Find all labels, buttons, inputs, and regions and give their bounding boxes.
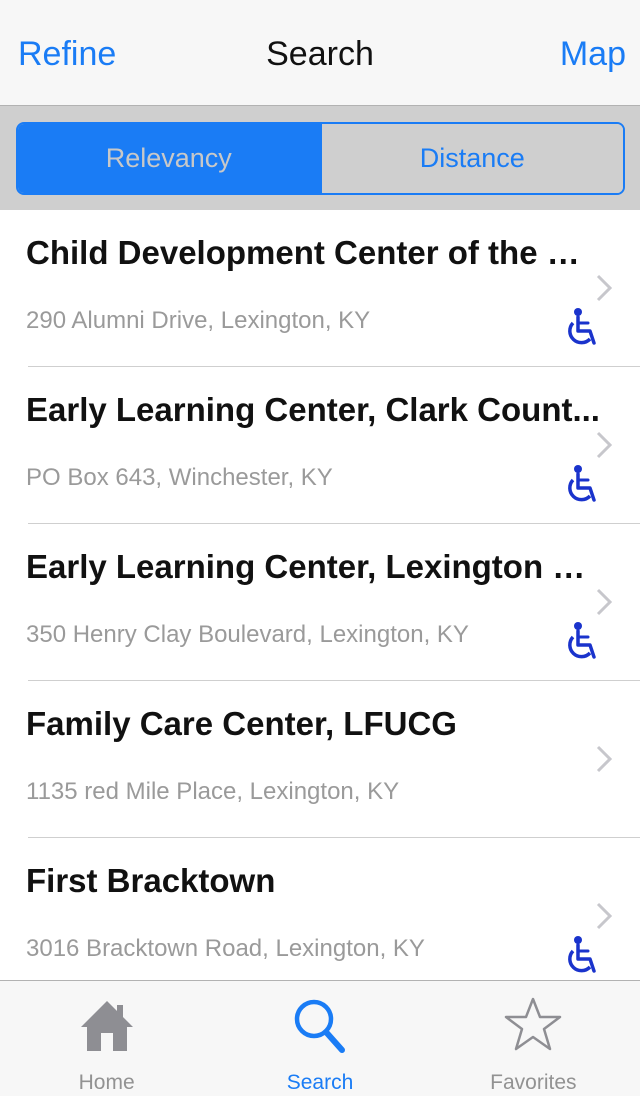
result-title: First Bracktown xyxy=(26,862,276,899)
sort-control-area: Relevancy Distance xyxy=(0,106,640,210)
tab-label: Favorites xyxy=(490,1071,577,1094)
results-list: Child Development Center of the Bl... 29… xyxy=(0,210,640,980)
list-item[interactable]: Early Learning Center, Lexington H... 35… xyxy=(0,524,640,681)
result-title: Child Development Center of the Bl... xyxy=(26,234,601,271)
list-item[interactable]: Early Learning Center, Clark Count... PO… xyxy=(0,367,640,524)
result-address: PO Box 643, Winchester, KY xyxy=(26,464,333,491)
tab-favorites[interactable]: Favorites xyxy=(427,981,640,1096)
sort-segmented-control: Relevancy Distance xyxy=(16,122,625,195)
wheelchair-accessible-icon xyxy=(568,936,596,973)
star-icon xyxy=(505,997,562,1051)
tab-label: Home xyxy=(78,1071,135,1094)
tab-bar: Home Search Favorites xyxy=(0,980,640,1096)
result-title: Early Learning Center, Clark Count... xyxy=(26,391,600,428)
wheelchair-accessible-icon xyxy=(568,465,596,502)
tab-label: Search xyxy=(286,1071,354,1094)
list-item[interactable]: First Bracktown 3016 Bracktown Road, Lex… xyxy=(0,838,640,980)
chevron-right-icon xyxy=(596,431,612,459)
result-title: Early Learning Center, Lexington H... xyxy=(26,548,601,585)
chevron-right-icon xyxy=(596,588,612,616)
map-button[interactable]: Map xyxy=(560,30,626,78)
result-title: Family Care Center, LFUCG xyxy=(26,705,457,742)
chevron-right-icon xyxy=(596,274,612,302)
home-icon xyxy=(80,1001,133,1051)
result-address: 350 Henry Clay Boulevard, Lexington, KY xyxy=(26,621,469,648)
chevron-right-icon xyxy=(596,745,612,773)
tab-search[interactable]: Search xyxy=(213,981,426,1096)
chevron-right-icon xyxy=(596,902,612,930)
result-address: 3016 Bracktown Road, Lexington, KY xyxy=(26,935,425,962)
result-address: 290 Alumni Drive, Lexington, KY xyxy=(26,307,371,334)
tab-home[interactable]: Home xyxy=(0,981,213,1096)
list-item[interactable]: Family Care Center, LFUCG 1135 red Mile … xyxy=(0,681,640,838)
segment-distance[interactable]: Distance xyxy=(319,124,623,193)
navigation-bar: Search Refine Map xyxy=(0,0,640,106)
wheelchair-accessible-icon xyxy=(568,622,596,659)
segment-relevancy[interactable]: Relevancy xyxy=(18,124,320,193)
refine-button[interactable]: Refine xyxy=(18,30,116,78)
result-address: 1135 red Mile Place, Lexington, KY xyxy=(26,778,400,805)
wheelchair-accessible-icon xyxy=(568,308,596,345)
search-icon xyxy=(294,999,345,1053)
list-item[interactable]: Child Development Center of the Bl... 29… xyxy=(0,210,640,367)
